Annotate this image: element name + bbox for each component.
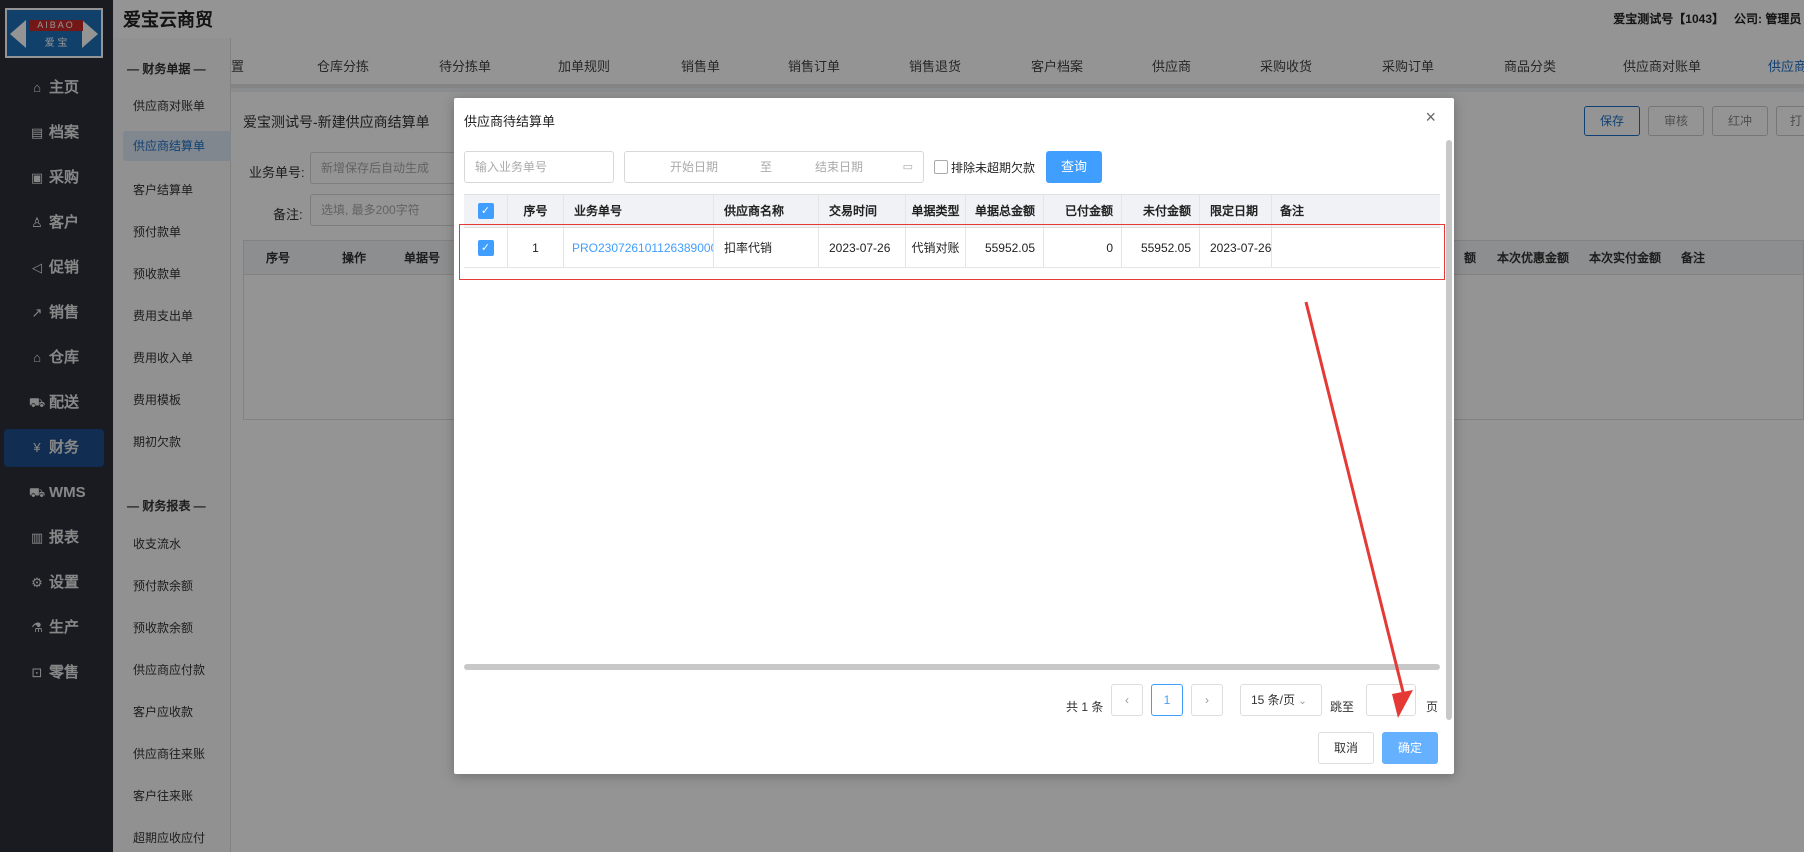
pager-current-page[interactable]: 1	[1151, 684, 1183, 716]
confirm-button[interactable]: 确定	[1382, 732, 1438, 764]
page-size-value: 15 条/页	[1251, 693, 1296, 707]
highlight-annotation-box	[459, 224, 1445, 280]
header-index: 序号	[508, 195, 564, 227]
end-date-input[interactable]: 结束日期	[815, 152, 863, 182]
pager-page-label: 页	[1426, 700, 1439, 714]
date-separator: 至	[760, 160, 773, 174]
exclude-not-overdue-checkbox[interactable]	[934, 160, 948, 174]
header-due-date: 限定日期	[1200, 195, 1272, 227]
header-trade-time: 交易时间	[819, 195, 906, 227]
table-horizontal-scrollbar[interactable]	[464, 664, 1440, 670]
header-note: 备注	[1279, 204, 1304, 218]
chevron-down-icon: ⌄	[1298, 696, 1307, 707]
start-date-input[interactable]: 开始日期	[670, 152, 718, 182]
pager-goto-label: 跳至	[1330, 700, 1355, 714]
calendar-icon: ▭	[902, 161, 913, 173]
pager-prev-icon[interactable]: ‹	[1111, 684, 1143, 716]
close-icon[interactable]: ×	[1425, 108, 1436, 126]
pager-next-icon[interactable]: ›	[1191, 684, 1223, 716]
dialog-title: 供应商待结算单	[464, 114, 556, 129]
query-button[interactable]: 查询	[1046, 151, 1102, 183]
header-unpaid-amount: 未付金额	[1122, 195, 1200, 227]
table-header: ✓ 序号 业务单号 供应商名称 交易时间 单据类型 单据总金额 已付金额 未付金…	[464, 194, 1440, 228]
header-total-amount: 单据总金额	[966, 195, 1044, 227]
order-no-search-input[interactable]: 输入业务单号	[464, 151, 614, 183]
pending-settlement-dialog: 供应商待结算单 × 输入业务单号 开始日期 至 结束日期 ▭ 排除未超期欠款 查…	[454, 98, 1454, 774]
date-range-picker[interactable]: 开始日期 至 结束日期 ▭	[624, 151, 924, 183]
header-doc-type: 单据类型	[906, 195, 966, 227]
page-size-select[interactable]: 15 条/页 ⌄	[1240, 684, 1322, 716]
select-all-checkbox[interactable]: ✓	[477, 203, 494, 219]
cancel-button[interactable]: 取消	[1318, 732, 1374, 764]
dialog-scrollbar[interactable]	[1446, 140, 1452, 720]
pager-total: 共 1 条	[1066, 700, 1104, 714]
exclude-not-overdue-label[interactable]: 排除未超期欠款	[951, 159, 1035, 176]
header-supplier: 供应商名称	[714, 195, 819, 227]
select-all-cell: ✓	[464, 195, 508, 227]
header-paid-amount: 已付金额	[1044, 195, 1122, 227]
header-order-no: 业务单号	[564, 195, 714, 227]
pager-goto-input[interactable]	[1366, 684, 1416, 716]
